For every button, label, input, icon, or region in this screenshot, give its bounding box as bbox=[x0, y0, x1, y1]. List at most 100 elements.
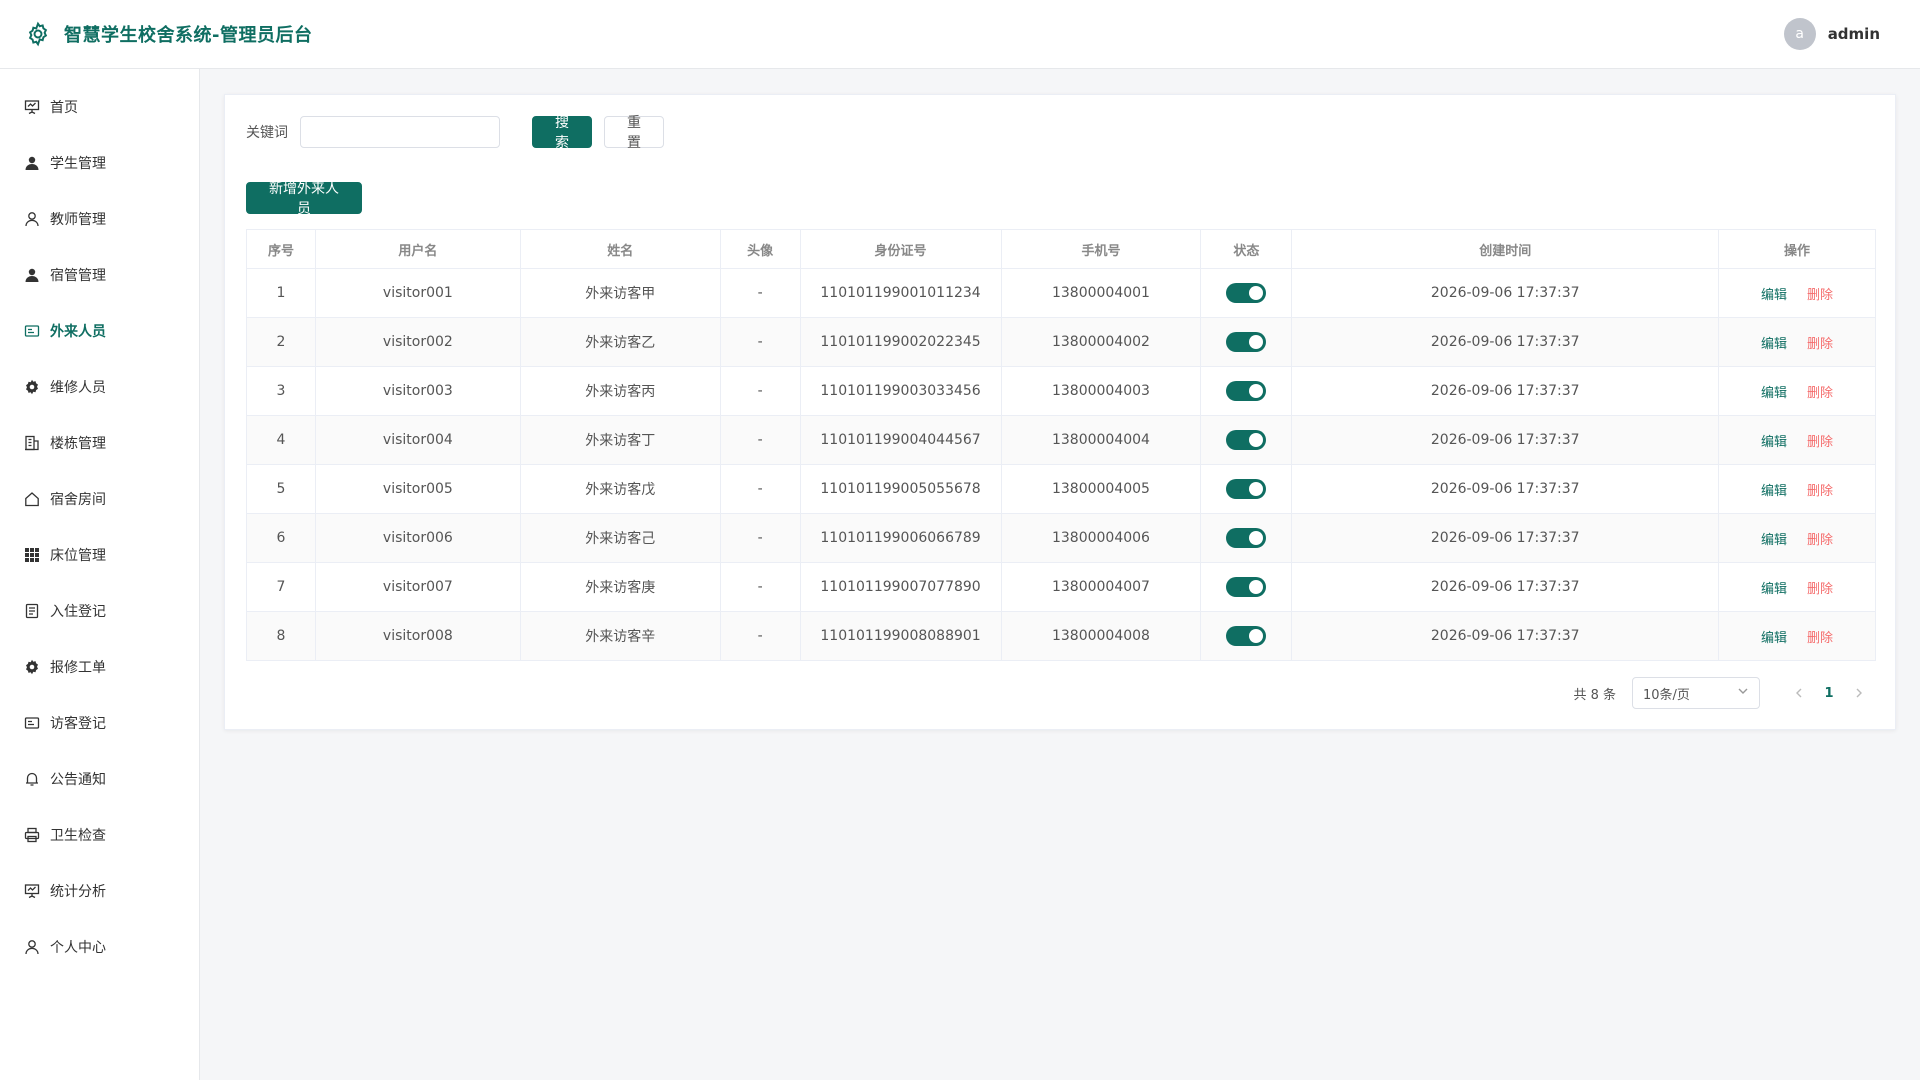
id-card-icon bbox=[24, 715, 40, 731]
page-size-select[interactable]: 10条/页 bbox=[1632, 677, 1760, 709]
sidebar-item-4[interactable]: 外来人员 bbox=[0, 303, 199, 359]
cell-index: 2 bbox=[246, 317, 316, 367]
cell-status bbox=[1200, 268, 1293, 318]
reset-button[interactable]: 重置 bbox=[604, 115, 664, 151]
cell-avatar: - bbox=[720, 415, 801, 465]
sidebar-item-14[interactable]: 统计分析 bbox=[0, 863, 199, 919]
edit-button[interactable]: 编辑 bbox=[1761, 386, 1787, 401]
sidebar-item-label: 公告通知 bbox=[50, 772, 106, 788]
sidebar-item-label: 个人中心 bbox=[50, 940, 106, 956]
username[interactable]: admin bbox=[1828, 25, 1880, 43]
cell-status bbox=[1200, 513, 1293, 563]
status-toggle[interactable] bbox=[1226, 381, 1267, 401]
toggle-knob bbox=[1249, 433, 1264, 447]
cell-index: 6 bbox=[246, 513, 316, 563]
delete-button[interactable]: 删除 bbox=[1807, 631, 1833, 646]
edit-button[interactable]: 编辑 bbox=[1761, 337, 1787, 352]
status-toggle[interactable] bbox=[1226, 430, 1267, 450]
cell-created: 2026-09-06 17:37:37 bbox=[1291, 415, 1720, 465]
sidebar-item-6[interactable]: 楼栋管理 bbox=[0, 415, 199, 471]
cell-id-number: 110101199002022345 bbox=[800, 317, 1002, 367]
sidebar-item-label: 宿管管理 bbox=[50, 268, 106, 284]
prev-page-button[interactable] bbox=[1784, 678, 1814, 708]
status-toggle[interactable] bbox=[1226, 479, 1267, 499]
edit-button[interactable]: 编辑 bbox=[1761, 631, 1787, 646]
sidebar-item-8[interactable]: 床位管理 bbox=[0, 527, 199, 583]
sidebar-item-15[interactable]: 个人中心 bbox=[0, 919, 199, 975]
avatar[interactable]: a bbox=[1783, 18, 1816, 50]
status-toggle[interactable] bbox=[1226, 577, 1267, 597]
next-page-button[interactable] bbox=[1844, 678, 1874, 708]
edit-button[interactable]: 编辑 bbox=[1761, 582, 1787, 597]
cell-id-number: 110101199004044567 bbox=[800, 415, 1002, 465]
delete-button[interactable]: 删除 bbox=[1807, 386, 1833, 401]
toggle-knob bbox=[1249, 335, 1264, 349]
cell-username: visitor002 bbox=[315, 317, 521, 367]
edit-button[interactable]: 编辑 bbox=[1761, 435, 1787, 450]
cell-created: 2026-09-06 17:37:37 bbox=[1291, 562, 1720, 612]
cell-name: 外来访客丙 bbox=[520, 366, 721, 416]
bell-icon bbox=[24, 771, 40, 787]
sidebar: 首页学生管理教师管理宿管管理外来人员 维修人员 楼栋管理 宿舍房间 床位管理 入住登记 报修… bbox=[0, 69, 200, 1080]
cell-avatar: - bbox=[720, 464, 801, 514]
cell-actions: 编辑 删除 bbox=[1718, 464, 1876, 514]
cell-phone: 13800004003 bbox=[1001, 366, 1202, 416]
sidebar-item-10[interactable]: 报修工单 bbox=[0, 639, 199, 695]
column-header: 头像 bbox=[720, 229, 801, 269]
sidebar-item-0[interactable]: 首页 bbox=[0, 79, 199, 135]
app-title: 智慧学生校舍系统-管理员后台 bbox=[64, 25, 313, 46]
sidebar-item-5[interactable]: 维修人员 bbox=[0, 359, 199, 415]
sidebar-item-label: 学生管理 bbox=[50, 156, 106, 172]
delete-button[interactable]: 删除 bbox=[1807, 337, 1833, 352]
cell-actions: 编辑 删除 bbox=[1718, 268, 1876, 318]
sidebar-item-7[interactable]: 宿舍房间 bbox=[0, 471, 199, 527]
user-filled-icon bbox=[24, 155, 40, 171]
edit-button[interactable]: 编辑 bbox=[1761, 533, 1787, 548]
column-header: 创建时间 bbox=[1291, 229, 1720, 269]
cell-name: 外来访客戊 bbox=[520, 464, 721, 514]
grid-icon bbox=[24, 547, 40, 563]
cell-actions: 编辑 删除 bbox=[1718, 611, 1876, 661]
sidebar-item-12[interactable]: 公告通知 bbox=[0, 751, 199, 807]
edit-button[interactable]: 编辑 bbox=[1761, 288, 1787, 303]
cell-phone: 13800004004 bbox=[1001, 415, 1202, 465]
search-button[interactable]: 搜索 bbox=[532, 115, 592, 151]
sidebar-item-9[interactable]: 入住登记 bbox=[0, 583, 199, 639]
add-visitor-button[interactable]: 新增外来人员 bbox=[246, 181, 362, 217]
sidebar-item-1[interactable]: 学生管理 bbox=[0, 135, 199, 191]
printer-icon bbox=[24, 827, 40, 843]
sidebar-item-11[interactable]: 访客登记 bbox=[0, 695, 199, 751]
delete-button[interactable]: 删除 bbox=[1807, 582, 1833, 597]
cell-id-number: 110101199006066789 bbox=[800, 513, 1002, 563]
keyword-input[interactable] bbox=[300, 116, 500, 148]
delete-button[interactable]: 删除 bbox=[1807, 288, 1833, 303]
user-menu[interactable]: a admin bbox=[1783, 18, 1880, 50]
cell-created: 2026-09-06 17:37:37 bbox=[1291, 513, 1720, 563]
cell-avatar: - bbox=[720, 513, 801, 563]
presentation-icon bbox=[24, 99, 40, 115]
cell-username: visitor003 bbox=[315, 366, 521, 416]
cell-phone: 13800004008 bbox=[1001, 611, 1202, 661]
cell-phone: 13800004005 bbox=[1001, 464, 1202, 514]
status-toggle[interactable] bbox=[1226, 332, 1267, 352]
status-toggle[interactable] bbox=[1226, 626, 1267, 646]
sidebar-item-2[interactable]: 教师管理 bbox=[0, 191, 199, 247]
cell-avatar: - bbox=[720, 317, 801, 367]
column-header: 用户名 bbox=[315, 229, 521, 269]
cell-actions: 编辑 删除 bbox=[1718, 415, 1876, 465]
cell-name: 外来访客甲 bbox=[520, 268, 721, 318]
sidebar-item-3[interactable]: 宿管管理 bbox=[0, 247, 199, 303]
page-number[interactable]: 1 bbox=[1814, 678, 1844, 708]
cell-id-number: 110101199008088901 bbox=[800, 611, 1002, 661]
status-toggle[interactable] bbox=[1226, 283, 1267, 303]
cell-name: 外来访客庚 bbox=[520, 562, 721, 612]
cell-id-number: 110101199001011234 bbox=[800, 268, 1002, 318]
sidebar-item-13[interactable]: 卫生检查 bbox=[0, 807, 199, 863]
delete-button[interactable]: 删除 bbox=[1807, 435, 1833, 450]
search-bar: 关键词 搜索 重置 bbox=[246, 115, 664, 151]
cell-status bbox=[1200, 464, 1293, 514]
delete-button[interactable]: 删除 bbox=[1807, 533, 1833, 548]
delete-button[interactable]: 删除 bbox=[1807, 484, 1833, 499]
edit-button[interactable]: 编辑 bbox=[1761, 484, 1787, 499]
status-toggle[interactable] bbox=[1226, 528, 1267, 548]
